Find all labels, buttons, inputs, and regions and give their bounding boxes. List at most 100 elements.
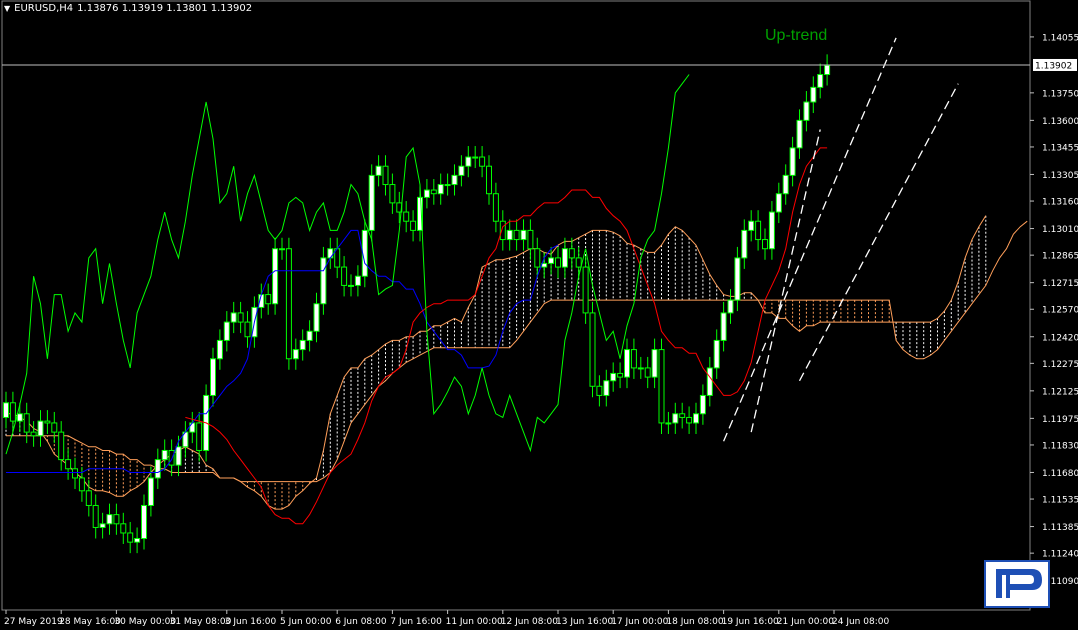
candle-body <box>555 257 561 268</box>
candle-body <box>299 339 306 351</box>
candle-body <box>513 229 520 241</box>
x-tick-label: 7 Jun 16:00 <box>390 617 442 627</box>
candle-body <box>348 284 354 287</box>
candle-body <box>127 532 134 543</box>
y-tick-label: 1.11240 <box>1042 550 1078 560</box>
y-tick-label: 1.11830 <box>1042 441 1078 451</box>
y-tick-label: 1.14055 <box>1042 33 1078 43</box>
candle-body <box>624 349 630 378</box>
y-tick-label: 1.11975 <box>1042 415 1078 425</box>
candle-body <box>568 248 575 259</box>
candle-body <box>196 422 203 451</box>
candle-body <box>561 248 568 268</box>
candle-body <box>706 367 713 396</box>
x-tick-label: 31 May 08:00 <box>170 617 232 627</box>
candle-body <box>644 367 651 378</box>
trend-line <box>723 37 897 442</box>
candle-body <box>237 312 244 323</box>
candle-body <box>44 420 51 424</box>
x-tick-label: 21 Jun 00:00 <box>777 617 834 627</box>
candle-body <box>58 431 65 461</box>
candle-body <box>699 394 706 415</box>
candle-body <box>141 504 147 539</box>
candle-body <box>534 248 541 268</box>
candle-body <box>113 514 120 525</box>
candle-body <box>575 257 582 268</box>
y-tick-label: 1.12865 <box>1042 252 1078 262</box>
candle-body <box>775 193 782 213</box>
candle-body <box>423 189 430 198</box>
x-tick-label: 27 May 2019 <box>4 617 63 627</box>
candle-body <box>458 165 465 176</box>
candle-body <box>472 156 479 159</box>
candle-body <box>589 312 596 387</box>
candle-body <box>686 416 693 424</box>
triangle-down-icon[interactable]: ▼ <box>4 4 10 13</box>
candle-body <box>51 422 58 433</box>
y-tick-label: 1.12275 <box>1042 360 1078 370</box>
candle-body <box>189 422 196 433</box>
candle-body <box>341 266 348 286</box>
candle-body <box>16 413 23 422</box>
candle-body <box>320 257 327 305</box>
x-tick-label: 5 Jun 00:00 <box>280 617 332 627</box>
candle-body <box>216 339 223 360</box>
candle-body <box>506 229 513 241</box>
y-tick-label: 1.12125 <box>1042 387 1078 397</box>
y-tick-label: 1.13305 <box>1042 171 1078 181</box>
y-tick-label: 1.13010 <box>1042 225 1078 235</box>
candle-body <box>375 165 382 176</box>
chart-canvas: Up-trend 1.14055 1.13750 1.13600 1.13455 1.13… <box>1 0 1078 627</box>
candle-body <box>403 211 410 222</box>
candle-body <box>582 266 589 314</box>
candle-body <box>410 220 417 231</box>
candle-body <box>451 174 458 186</box>
candle-body <box>382 165 389 186</box>
candle-body <box>120 523 127 534</box>
candle-body <box>444 184 451 187</box>
x-tick-label: 19 Jun 16:00 <box>722 617 779 627</box>
y-tick-label: 1.13160 <box>1042 198 1078 208</box>
candle-body <box>354 275 361 286</box>
candle-body <box>23 413 30 433</box>
candle-body <box>817 74 824 88</box>
x-tick-label: 11 Jun 00:00 <box>446 617 503 627</box>
candle-body <box>596 385 603 396</box>
candle-body <box>803 101 810 121</box>
kijun-sen-line <box>6 229 559 473</box>
y-tick-label: 1.11680 <box>1042 469 1078 479</box>
x-tick-label: 24 Jun 08:00 <box>832 617 889 627</box>
y-tick-label: 1.12715 <box>1042 279 1078 289</box>
y-tick-label: 1.11385 <box>1042 523 1078 533</box>
y-tick-label: 1.12420 <box>1042 333 1078 343</box>
candle-body <box>617 372 624 378</box>
candle-body <box>306 330 313 341</box>
candle-body <box>548 257 555 264</box>
candle-body <box>810 86 817 103</box>
chikou-span-line <box>5 74 690 455</box>
ohlc-label: 1.13876 1.13919 1.13801 1.13902 <box>77 3 253 14</box>
chart-window: Up-trend 1.14055 1.13750 1.13600 1.13455 1.13… <box>0 0 1078 630</box>
candle-body <box>465 156 472 167</box>
candle-body <box>279 248 285 251</box>
candle-body <box>437 184 444 195</box>
current-price-label: 1.13902 <box>1035 61 1072 71</box>
candle-body <box>492 193 499 222</box>
candle-body <box>748 220 755 231</box>
candle-body <box>796 119 803 149</box>
candle-body <box>679 413 686 418</box>
candle-body <box>768 211 775 250</box>
candle-body <box>154 459 161 479</box>
candle-body <box>637 367 644 370</box>
candle-body <box>368 174 375 231</box>
candle-body <box>175 446 182 466</box>
candle-body <box>824 64 831 76</box>
candle-body <box>99 523 106 528</box>
y-tick-label: 1.13750 <box>1042 89 1078 99</box>
candle-body <box>313 303 320 332</box>
candle-body <box>734 257 741 301</box>
candle-body <box>720 312 727 341</box>
candle-body <box>223 321 230 341</box>
candle-body <box>486 165 492 195</box>
tenkan-sen-line <box>185 147 828 525</box>
